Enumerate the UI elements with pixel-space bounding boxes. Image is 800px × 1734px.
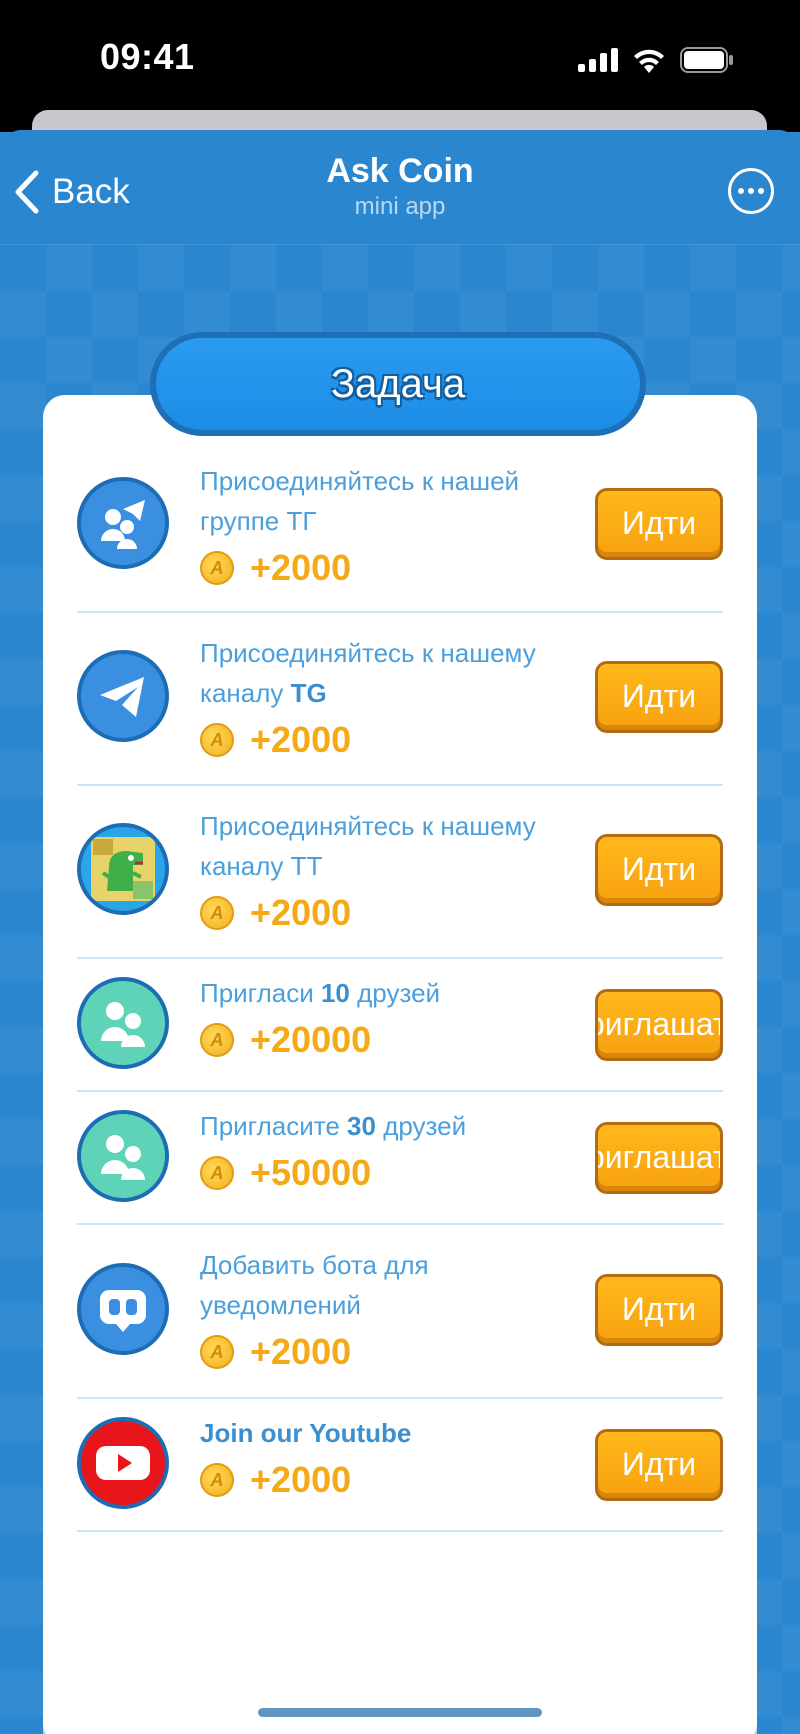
- status-icons: [578, 42, 734, 78]
- more-dot-icon: [738, 188, 744, 194]
- more-options-button[interactable]: [728, 168, 774, 214]
- reward-value: +2000: [250, 547, 352, 588]
- task-go-button[interactable]: Идти: [595, 1429, 723, 1501]
- battery-icon: [680, 47, 733, 73]
- task-go-button[interactable]: Идти: [595, 1274, 723, 1346]
- tasks-banner: Задача: [150, 332, 646, 436]
- home-indicator: [258, 1708, 542, 1717]
- back-button[interactable]: Back: [14, 164, 130, 220]
- task-item: Join our Youtube A +2000 Идти: [77, 1399, 723, 1532]
- task-title: Присоединяйтесь к нашему каналу ТТ: [200, 811, 536, 881]
- coin-icon: A: [200, 551, 234, 585]
- mini-app-window: Back Ask Coin mini app Задача Присоединя…: [0, 130, 800, 1734]
- task-title: Присоединяйтесь к нашей группе ТГ: [200, 466, 520, 536]
- task-item: Пригласите 30 друзей A +50000 Приглашать: [77, 1092, 723, 1225]
- task-title: Добавить бота для уведомлений: [200, 1250, 429, 1320]
- task-go-button[interactable]: Идти: [595, 488, 723, 560]
- task-reward: A +20000: [200, 1019, 580, 1061]
- task-reward: A +2000: [200, 1459, 580, 1501]
- banner-inner: Задача: [156, 338, 640, 430]
- task-list: Присоединяйтесь к нашей группе ТГ A +200…: [77, 441, 723, 1532]
- coin-icon: A: [200, 1335, 234, 1369]
- group-telegram-icon: [77, 477, 169, 569]
- youtube-icon: [77, 1417, 169, 1509]
- coin-icon: A: [200, 1023, 234, 1057]
- task-title: Пригласи 10 друзей: [200, 978, 441, 1008]
- cellular-signal-icon: [578, 48, 618, 72]
- task-item: Пригласи 10 друзей A +20000 Приглашать: [77, 959, 723, 1092]
- bot-icon: [77, 1263, 169, 1355]
- status-time: 09:41: [100, 36, 195, 77]
- reward-value: +2000: [250, 1331, 352, 1372]
- back-label: Back: [52, 172, 130, 211]
- task-reward: A +2000: [200, 1331, 580, 1373]
- task-item: Присоединяйтесь к нашей группе ТГ A +200…: [77, 441, 723, 613]
- task-title: Пригласите 30 друзей: [200, 1111, 467, 1141]
- reward-value: +50000: [250, 1152, 372, 1193]
- reward-value: +2000: [250, 719, 352, 760]
- task-text: Присоединяйтесь к нашей группе ТГ A +200…: [200, 461, 580, 589]
- task-go-button[interactable]: Идти: [595, 661, 723, 733]
- task-go-button[interactable]: Идти: [595, 834, 723, 906]
- friends-icon: [77, 1110, 169, 1202]
- app-header: Back Ask Coin mini app: [0, 130, 800, 245]
- task-text: Пригласи 10 друзей A +20000: [200, 973, 580, 1061]
- task-text: Присоединяйтесь к нашему каналу TG A +20…: [200, 633, 580, 761]
- task-text: Join our Youtube A +2000: [200, 1413, 580, 1501]
- task-text: Добавить бота для уведомлений A +2000: [200, 1245, 580, 1373]
- invite-button[interactable]: Приглашать: [595, 1122, 723, 1194]
- coin-icon: A: [200, 896, 234, 930]
- coin-icon: A: [200, 723, 234, 757]
- more-dot-icon: [748, 188, 754, 194]
- task-title: Join our Youtube: [200, 1418, 412, 1448]
- task-reward: A +2000: [200, 892, 580, 934]
- app-subtitle: mini app: [354, 193, 446, 220]
- app-title: Ask Coin: [326, 152, 474, 190]
- more-dot-icon: [758, 188, 764, 194]
- task-reward: A +50000: [200, 1152, 580, 1194]
- banner-title: Задача: [330, 361, 466, 406]
- telegram-icon: [77, 650, 169, 742]
- friends-icon: [77, 977, 169, 1069]
- task-reward: A +2000: [200, 719, 580, 761]
- task-text: Присоединяйтесь к нашему каналу ТТ A +20…: [200, 806, 580, 934]
- task-item: Добавить бота для уведомлений A +2000 Ид…: [77, 1225, 723, 1399]
- header-title-block: Ask Coin mini app: [200, 152, 600, 221]
- task-text: Пригласите 30 друзей A +50000: [200, 1106, 580, 1194]
- task-reward: A +2000: [200, 547, 580, 589]
- task-item: Присоединяйтесь к нашему каналу ТТ A +20…: [77, 786, 723, 959]
- task-item: Присоединяйтесь к нашему каналу TG A +20…: [77, 613, 723, 786]
- wifi-icon: [634, 49, 664, 73]
- chevron-left-icon: [15, 170, 39, 214]
- dinosaur-icon: [77, 823, 169, 915]
- task-title: Присоединяйтесь к нашему каналу TG: [200, 638, 536, 708]
- coin-icon: A: [200, 1463, 234, 1497]
- reward-value: +20000: [250, 1019, 372, 1060]
- reward-value: +2000: [250, 892, 352, 933]
- coin-icon: A: [200, 1156, 234, 1190]
- invite-button[interactable]: Приглашать: [595, 989, 723, 1061]
- reward-value: +2000: [250, 1459, 352, 1500]
